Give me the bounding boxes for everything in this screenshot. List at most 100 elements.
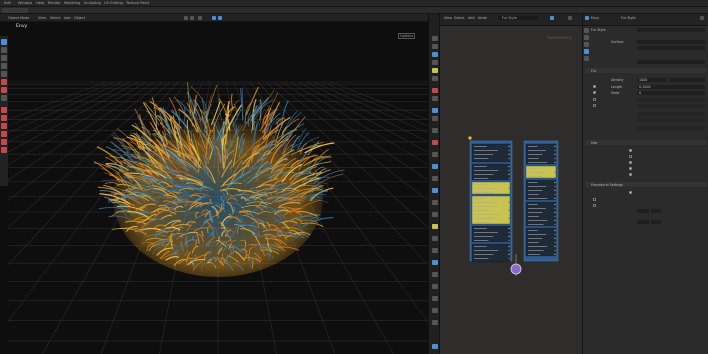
hair-checkbox-3[interactable] <box>629 161 632 164</box>
material-field[interactable] <box>637 60 705 64</box>
density-field[interactable]: 1000 <box>637 78 667 82</box>
mode-selector[interactable]: Object Mode <box>8 16 29 20</box>
strip-icon-11[interactable] <box>432 128 438 133</box>
strip-icon-25[interactable] <box>432 296 438 301</box>
pin-icon[interactable] <box>550 16 554 20</box>
menu-modeling[interactable]: Modeling <box>64 1 80 5</box>
density-mode-field[interactable] <box>669 78 705 82</box>
hair-checkbox-4[interactable] <box>629 167 632 170</box>
object-icon[interactable] <box>585 16 589 20</box>
menu-sculpting[interactable]: Sculpting <box>84 1 101 5</box>
strip-icon-19[interactable] <box>432 224 438 229</box>
section-hair[interactable]: Hair <box>585 140 707 145</box>
strip-icon-15[interactable] <box>432 176 438 181</box>
tab-layout[interactable] <box>2 8 28 13</box>
scene-tab-icon[interactable] <box>584 42 589 47</box>
menu-render[interactable]: Render <box>48 1 61 5</box>
proportional-icon[interactable] <box>198 16 202 20</box>
option-field-2[interactable] <box>637 104 705 108</box>
ne-menu-view[interactable]: View <box>444 16 452 20</box>
view-menu[interactable]: View <box>38 16 46 20</box>
data-tab-icon[interactable] <box>584 56 589 61</box>
strip-icon-9[interactable] <box>432 108 438 113</box>
tab-geometry[interactable] <box>30 8 56 13</box>
scale-tool-icon[interactable] <box>1 71 7 77</box>
render-tab-icon[interactable] <box>584 35 589 40</box>
strip-icon-8[interactable] <box>432 96 438 101</box>
length-field[interactable]: 0.1000 <box>637 85 705 89</box>
comb-tool-icon[interactable] <box>1 107 7 113</box>
overlay-icon[interactable] <box>212 16 216 20</box>
strip-icon-12[interactable] <box>432 140 438 145</box>
section-procedural[interactable]: Procedural Settings <box>585 182 707 187</box>
ne-menu-select[interactable]: Select <box>454 16 464 20</box>
strip-icon-26[interactable] <box>432 308 438 313</box>
pinch-tool-icon[interactable] <box>1 131 7 137</box>
puff-tool-icon[interactable] <box>1 147 7 153</box>
option-checkbox-2[interactable] <box>593 104 596 107</box>
proc-field-3[interactable] <box>637 220 649 224</box>
strip-icon-20[interactable] <box>432 236 438 241</box>
measure-tool-icon[interactable] <box>1 95 7 101</box>
option-checkbox-1[interactable] <box>593 98 596 101</box>
length-checkbox[interactable] <box>593 85 596 88</box>
tab-shading[interactable] <box>58 8 78 13</box>
hair-checkbox-2[interactable] <box>629 155 632 158</box>
option-field-1[interactable] <box>637 98 705 102</box>
move-tool-icon[interactable] <box>1 55 7 61</box>
proc-checkbox-2[interactable] <box>593 198 596 201</box>
ne-menu-add[interactable]: Add <box>468 16 475 20</box>
option-field-5[interactable] <box>637 126 705 130</box>
object-menu[interactable]: Object <box>74 16 85 20</box>
modifier-name-field[interactable] <box>637 28 705 32</box>
tool-tab-icon[interactable] <box>584 28 589 33</box>
annotate-tool-icon[interactable] <box>1 79 7 85</box>
strip-icon-4[interactable] <box>432 60 438 65</box>
strip-icon-3[interactable] <box>432 52 438 57</box>
transform-icon[interactable] <box>184 16 188 20</box>
hair-checkbox-1[interactable] <box>629 149 632 152</box>
proc-field-2[interactable] <box>651 209 661 213</box>
proc-checkbox-3[interactable] <box>593 204 596 207</box>
select-menu[interactable]: Select <box>50 16 60 20</box>
ne-menu-node[interactable]: Node <box>478 16 487 20</box>
surface-uv-field[interactable] <box>637 46 705 50</box>
surface-field[interactable] <box>637 40 705 44</box>
grow-tool-icon[interactable] <box>1 123 7 129</box>
draw-tool-icon[interactable] <box>1 87 7 93</box>
modifier-tab-icon[interactable] <box>584 49 589 54</box>
menu-help[interactable]: Help <box>36 1 44 5</box>
proc-field-1[interactable] <box>637 209 649 213</box>
hair-checkbox-5[interactable] <box>629 173 632 176</box>
option-field-3[interactable] <box>637 112 705 116</box>
xray-icon[interactable] <box>218 16 222 20</box>
strip-icon-28[interactable] <box>432 344 438 349</box>
3d-viewport[interactable]: Object Mode View Select Add Object Envy … <box>0 14 428 354</box>
smooth-tool-icon[interactable] <box>1 139 7 145</box>
strip-icon-14[interactable] <box>432 164 438 169</box>
menu-edit[interactable]: Edit <box>4 1 11 5</box>
rotate-tool-icon[interactable] <box>1 63 7 69</box>
seed-field[interactable]: 0 <box>637 91 705 95</box>
menu-window[interactable]: Window <box>18 1 32 5</box>
node-editor[interactable]: View Select Add Node Fur Style Geometry <box>440 14 582 354</box>
strip-icon-17[interactable] <box>432 200 438 205</box>
strip-icon-13[interactable] <box>432 152 438 157</box>
strip-icon-6[interactable] <box>432 76 438 81</box>
cut-tool-icon[interactable] <box>1 115 7 121</box>
search-icon[interactable] <box>700 16 704 20</box>
strip-icon-24[interactable] <box>432 284 438 289</box>
strip-icon-18[interactable] <box>432 212 438 217</box>
strip-icon-27[interactable] <box>432 320 438 325</box>
proc-field-4[interactable] <box>651 220 661 224</box>
strip-icon-1[interactable] <box>432 36 438 41</box>
option-field-4[interactable] <box>637 118 705 122</box>
strip-icon-7[interactable] <box>432 88 438 93</box>
add-menu[interactable]: Add <box>64 16 71 20</box>
strip-icon-10[interactable] <box>432 116 438 121</box>
select-tool-icon[interactable] <box>1 39 7 45</box>
menu-texture-paint[interactable]: Texture Paint <box>126 1 149 5</box>
section-fur[interactable]: Fur <box>585 68 707 73</box>
procedural-checkbox[interactable] <box>629 191 632 194</box>
snap-icon[interactable] <box>190 16 194 20</box>
